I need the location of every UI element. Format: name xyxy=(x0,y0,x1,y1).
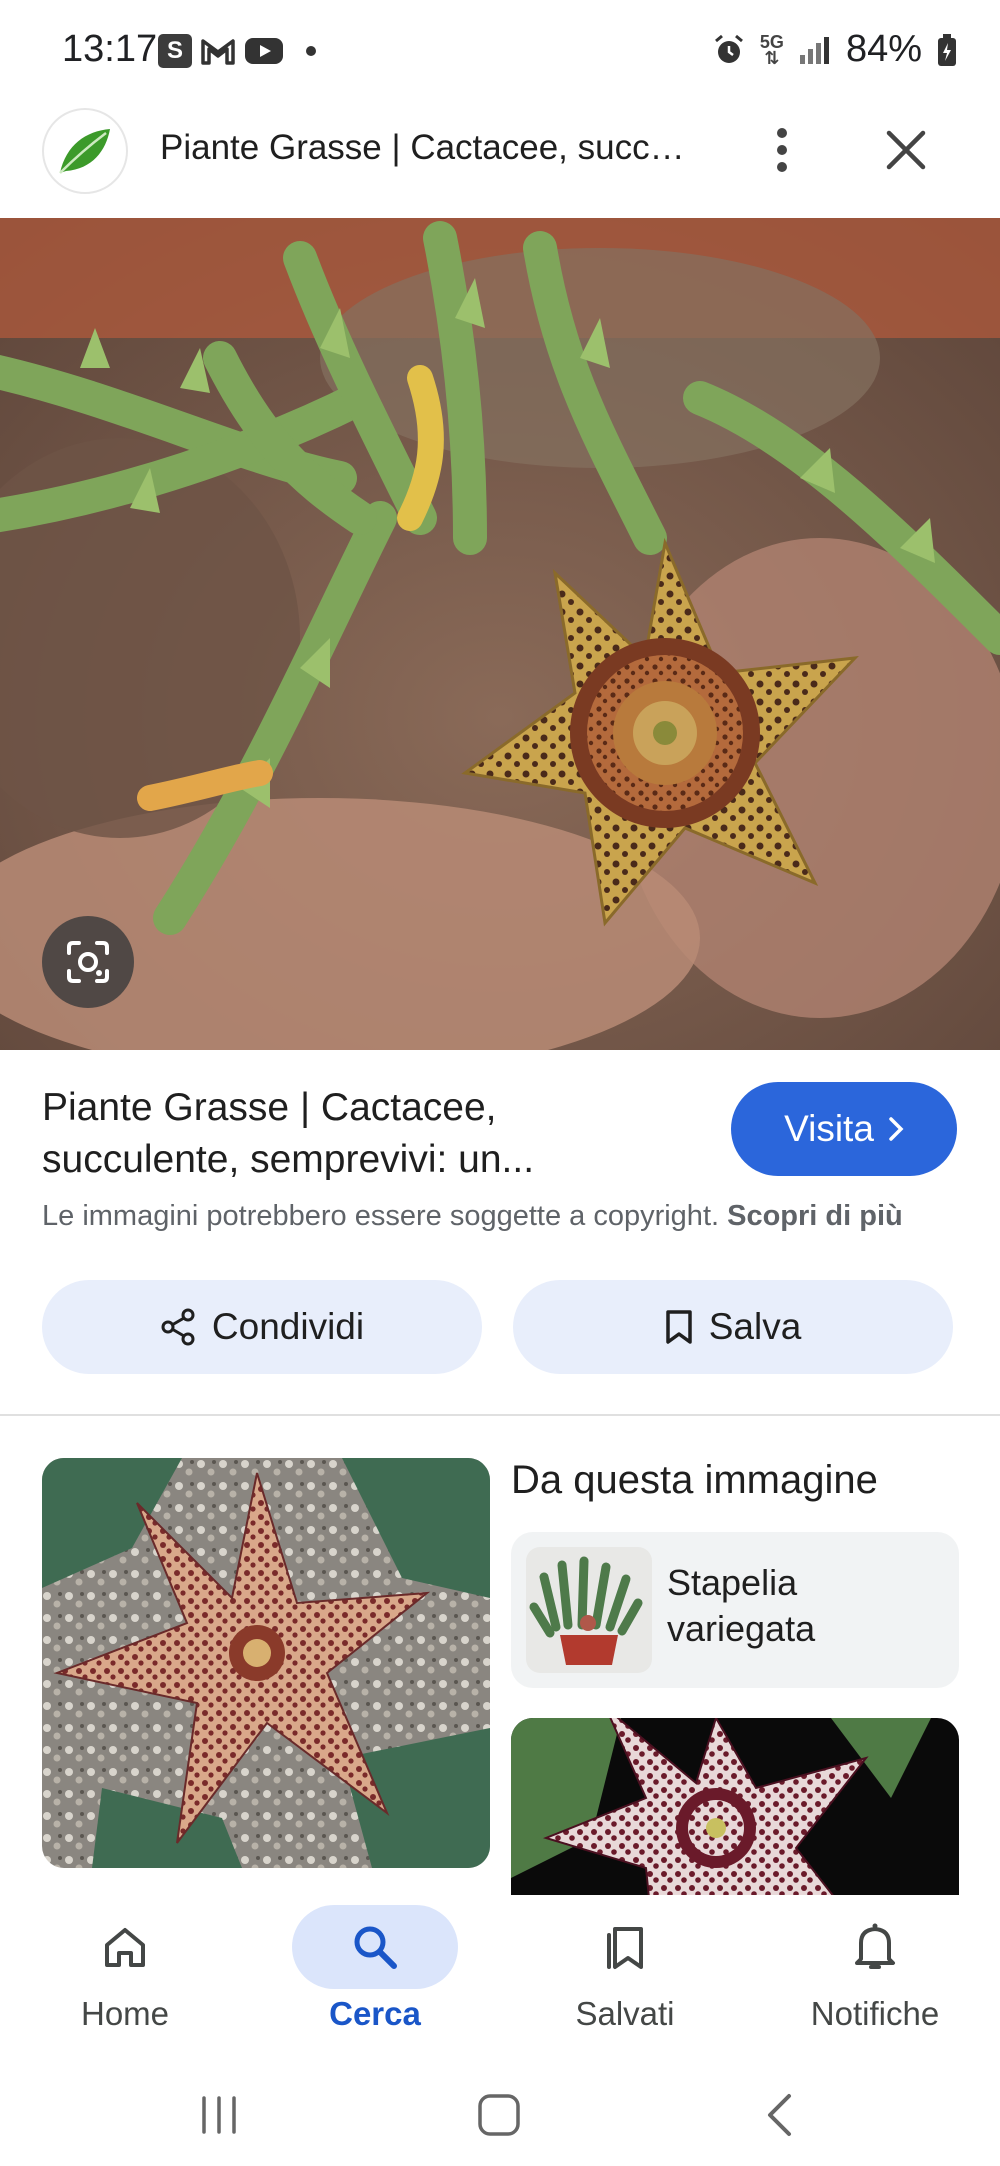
close-icon xyxy=(886,130,926,170)
entity-thumbnail xyxy=(526,1547,652,1673)
status-bar: 13:17 S 5G ⇅ 84% xyxy=(0,0,1000,100)
nav-icon-container xyxy=(42,1905,208,1989)
result-title[interactable]: Piante Grasse | Cactacee, succulente, se… xyxy=(42,1082,682,1186)
from-image-heading: Da questa immagine xyxy=(511,1458,878,1502)
share-label: Condividi xyxy=(211,1306,365,1347)
more-options-button[interactable] xyxy=(760,122,804,178)
nav-label-saved: Salvati xyxy=(575,1995,675,2032)
result-header: Piante Grasse | Cactacee, succulente, se… xyxy=(0,100,1000,218)
nav-label-search: Cerca xyxy=(329,1995,421,2032)
nav-item-home[interactable]: Home xyxy=(0,1895,250,2065)
chevron-right-icon xyxy=(889,1117,904,1141)
entity-name: Stapelia variegata xyxy=(667,1562,816,1649)
share-icon xyxy=(161,1308,195,1346)
visit-button[interactable]: Visita xyxy=(731,1082,957,1176)
nav-label-home: Home xyxy=(80,1995,170,2032)
battery-icon xyxy=(938,33,956,66)
hero-image[interactable] xyxy=(0,218,1000,1050)
header-title[interactable]: Piante Grasse | Cactacee, succulente, se… xyxy=(160,128,700,168)
nav-item-search[interactable]: Cerca xyxy=(250,1895,500,2065)
learn-more-link[interactable]: Scopri di più xyxy=(727,1200,903,1232)
save-label: Salva xyxy=(708,1306,802,1347)
site-favicon[interactable] xyxy=(42,108,128,194)
status-right-icons: 5G ⇅ 84% xyxy=(712,28,958,71)
stapelia-white-photo xyxy=(511,1718,959,1898)
bookmark-icon xyxy=(665,1310,692,1344)
status-time: 13:17 xyxy=(62,28,158,70)
s-app-icon: S xyxy=(158,34,192,68)
gmail-icon xyxy=(201,39,235,65)
home-icon xyxy=(105,1928,145,1967)
related-image-thumbnail-2[interactable] xyxy=(511,1718,959,1898)
home-system-button[interactable] xyxy=(454,2085,544,2145)
lens-icon xyxy=(67,941,109,983)
recent-apps-button[interactable] xyxy=(174,2085,264,2145)
more-notifications-dot xyxy=(306,46,316,56)
copyright-notice: Le immagini potrebbero essere soggette a… xyxy=(42,1200,982,1233)
related-image-thumbnail[interactable] xyxy=(42,1458,490,1868)
alarm-icon xyxy=(714,34,743,63)
stapelia-star-photo xyxy=(42,1458,490,1868)
stapelia-flower-photo xyxy=(0,218,1000,1050)
system-navigation-bar xyxy=(0,2065,1000,2166)
signal-icon xyxy=(799,36,829,64)
potted-succulent-photo xyxy=(526,1547,652,1673)
lens-search-button[interactable] xyxy=(42,916,134,1008)
leaf-icon xyxy=(59,129,110,174)
nav-label-notifications: Notifiche xyxy=(810,1995,940,2032)
back-button[interactable] xyxy=(734,2085,824,2145)
saved-icon xyxy=(607,1927,643,1969)
nav-item-saved[interactable]: Salvati xyxy=(500,1895,750,2065)
back-chevron-icon xyxy=(768,2094,791,2136)
visit-label: Visita xyxy=(784,1108,874,1149)
home-square-icon xyxy=(478,2094,520,2136)
entity-card-stapelia[interactable]: Stapelia variegata xyxy=(511,1532,959,1688)
share-button[interactable]: Condividi xyxy=(42,1280,482,1374)
more-vert-icon xyxy=(777,128,787,172)
status-notification-icons: S xyxy=(158,34,316,68)
close-button[interactable] xyxy=(878,122,934,178)
bottom-navigation: Home Cerca Salvati Notifiche xyxy=(0,1895,1000,2065)
search-icon xyxy=(354,1926,397,1969)
youtube-icon xyxy=(245,38,283,64)
bell-icon xyxy=(855,1923,895,1969)
recent-apps-icon xyxy=(202,2096,236,2134)
section-divider xyxy=(0,1414,1000,1416)
nav-icon-container xyxy=(792,1905,958,1989)
network-type: 5G ⇅ xyxy=(759,31,784,68)
copyright-text: Le immagini potrebbero essere soggette a… xyxy=(42,1200,720,1232)
save-button[interactable]: Salva xyxy=(513,1280,953,1374)
battery-percent: 84% xyxy=(845,28,922,70)
nav-icon-container xyxy=(542,1905,708,1989)
nav-icon-container xyxy=(292,1905,458,1989)
network-label: 5G xyxy=(759,31,784,52)
nav-item-notifications[interactable]: Notifiche xyxy=(750,1895,1000,2065)
